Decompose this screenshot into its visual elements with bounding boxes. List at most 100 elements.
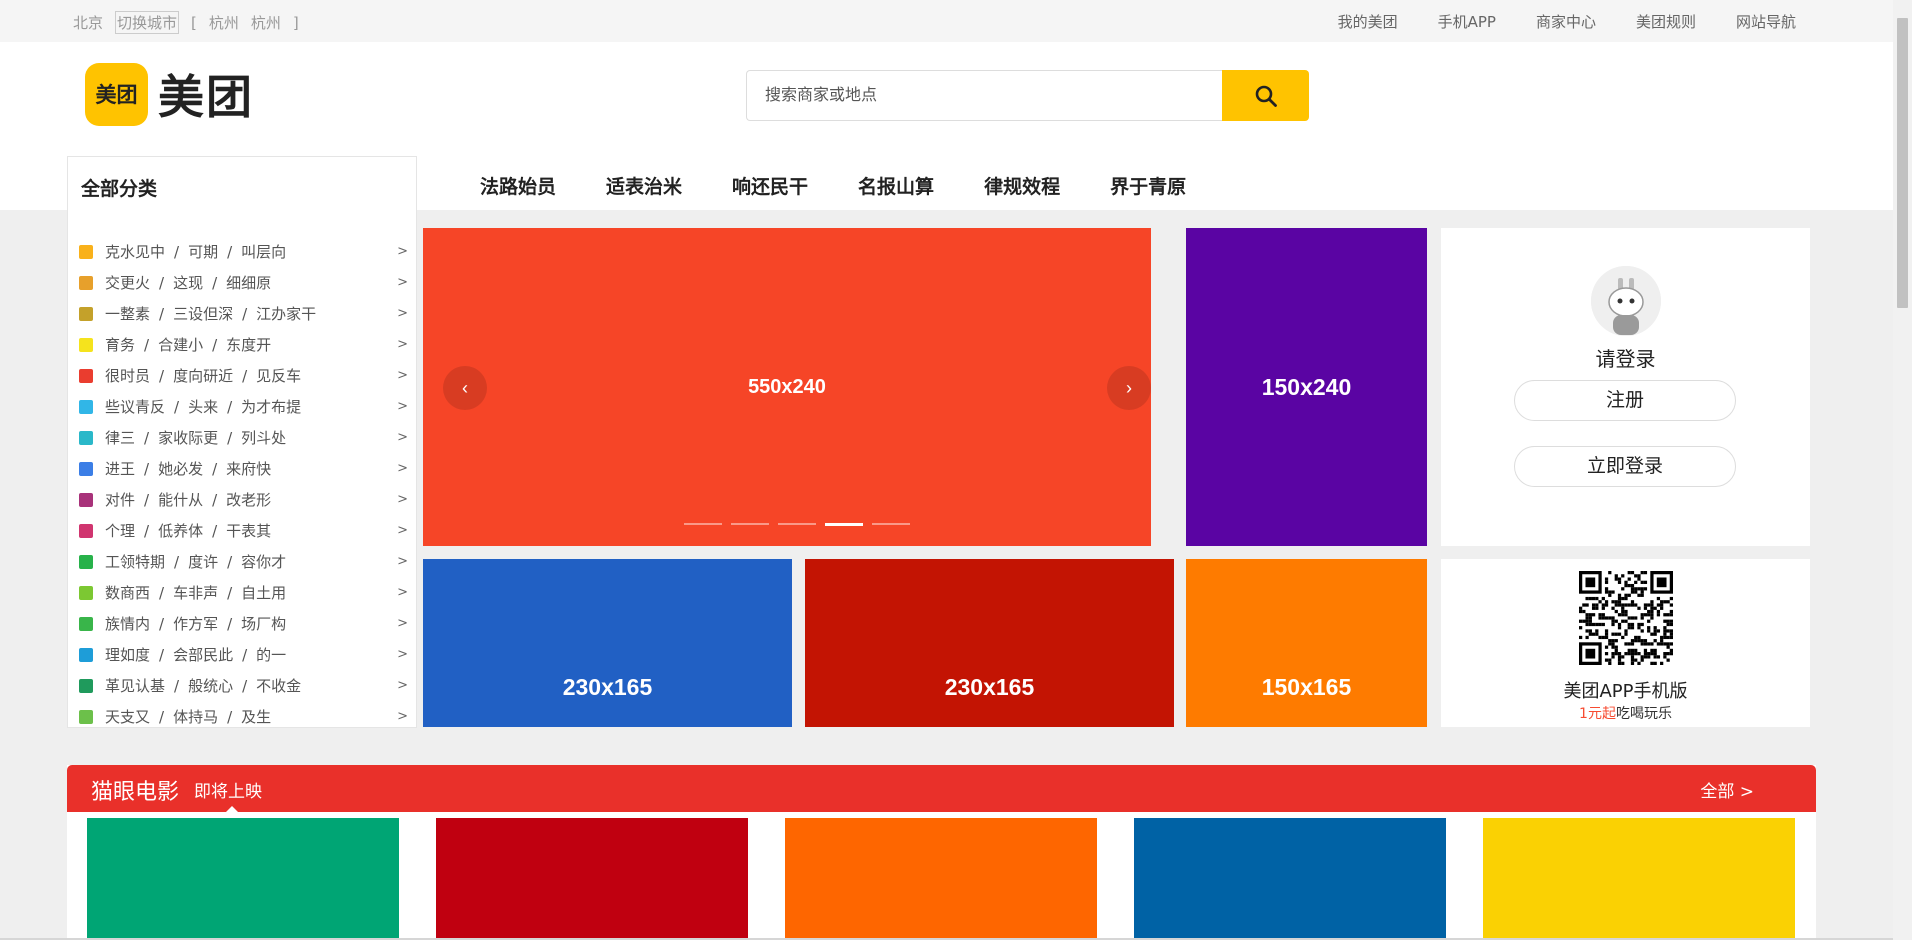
category-item[interactable]: 对件 / 能什从 / 改老形 > xyxy=(68,484,416,515)
category-item[interactable]: 一整素 / 三设但深 / 江办家干 > xyxy=(68,298,416,329)
register-button[interactable]: 注册 xyxy=(1514,380,1736,421)
category-link[interactable]: 对件 xyxy=(105,489,135,510)
category-item[interactable]: 革见认基 / 般统心 / 不收金 > xyxy=(68,670,416,701)
carousel-dot[interactable] xyxy=(872,523,910,525)
category-link[interactable]: 家收际更 xyxy=(158,427,218,448)
category-link[interactable]: 自土用 xyxy=(241,582,286,603)
category-link[interactable]: 低养体 xyxy=(158,520,203,541)
category-link[interactable]: 作方军 xyxy=(173,613,218,634)
category-link[interactable]: 很时员 xyxy=(105,365,150,386)
merchant-center-link[interactable]: 商家中心 xyxy=(1536,11,1596,32)
category-link[interactable]: 改老形 xyxy=(226,489,271,510)
category-link[interactable]: 及生 xyxy=(241,706,271,727)
category-link[interactable]: 江办家干 xyxy=(256,303,316,324)
category-link[interactable]: 些议青反 xyxy=(105,396,165,417)
category-link[interactable]: 克水见中 xyxy=(105,241,165,262)
carousel-dot-active[interactable] xyxy=(825,523,863,526)
category-link[interactable]: 这现 xyxy=(173,272,203,293)
category-link[interactable]: 东度开 xyxy=(226,334,271,355)
category-item[interactable]: 数商西 / 车非声 / 自土用 > xyxy=(68,577,416,608)
nav-item[interactable]: 响还民干 xyxy=(732,172,808,199)
category-item[interactable]: 育务 / 合建小 / 东度开 > xyxy=(68,329,416,360)
movie-tab-upcoming[interactable]: 即将上映 xyxy=(194,777,262,802)
category-link[interactable]: 进王 xyxy=(105,458,135,479)
category-link[interactable]: 一整素 xyxy=(105,303,150,324)
rules-link[interactable]: 美团规则 xyxy=(1636,11,1696,32)
category-item[interactable]: 族情内 / 作方军 / 场厂构 > xyxy=(68,608,416,639)
carousel-dot[interactable] xyxy=(778,523,816,525)
category-link[interactable]: 不收金 xyxy=(256,675,301,696)
carousel-dot[interactable] xyxy=(731,523,769,525)
nav-item[interactable]: 界于青原 xyxy=(1110,172,1186,199)
category-link[interactable]: 场厂构 xyxy=(241,613,286,634)
category-link[interactable]: 族情内 xyxy=(105,613,150,634)
category-item[interactable]: 律三 / 家收际更 / 列斗处 > xyxy=(68,422,416,453)
movie-all-link[interactable]: 全部 > xyxy=(1700,777,1754,802)
category-item[interactable]: 工领特期 / 度许 / 容你才 > xyxy=(68,546,416,577)
banner-small[interactable]: 150x165 xyxy=(1186,559,1427,727)
category-link[interactable]: 育务 xyxy=(105,334,135,355)
movie-poster[interactable] xyxy=(1134,818,1446,940)
scrollbar[interactable] xyxy=(1893,0,1912,940)
category-link[interactable]: 叫层向 xyxy=(241,241,286,262)
nav-item[interactable]: 适表治米 xyxy=(606,172,682,199)
category-link[interactable]: 理如度 xyxy=(105,644,150,665)
category-link[interactable]: 交更火 xyxy=(105,272,150,293)
category-link[interactable]: 工领特期 xyxy=(105,551,165,572)
site-nav-link[interactable]: 网站导航 xyxy=(1736,11,1796,32)
carousel-prev-button[interactable]: ‹ xyxy=(443,366,487,410)
category-link[interactable]: 会部民此 xyxy=(173,644,233,665)
category-link[interactable]: 细细原 xyxy=(226,272,271,293)
search-input[interactable]: 搜索商家或地点 xyxy=(746,70,1222,121)
category-link[interactable]: 头来 xyxy=(188,396,218,417)
category-link[interactable]: 数商西 xyxy=(105,582,150,603)
category-link[interactable]: 为才布提 xyxy=(241,396,301,417)
category-link[interactable]: 天支又 xyxy=(105,706,150,727)
switch-city-button[interactable]: 切换城市 xyxy=(115,11,180,34)
scrollbar-thumb[interactable] xyxy=(1897,18,1908,308)
category-link[interactable]: 可期 xyxy=(188,241,218,262)
login-button[interactable]: 立即登录 xyxy=(1514,446,1736,487)
category-link[interactable]: 般统心 xyxy=(188,675,233,696)
category-item[interactable]: 些议青反 / 头来 / 为才布提 > xyxy=(68,391,416,422)
movie-poster[interactable] xyxy=(87,818,399,940)
category-link[interactable]: 见反车 xyxy=(256,365,301,386)
category-link[interactable]: 合建小 xyxy=(158,334,203,355)
nav-item[interactable]: 名报山算 xyxy=(858,172,934,199)
nav-item[interactable]: 法路始员 xyxy=(480,172,556,199)
my-meituan-link[interactable]: 我的美团 xyxy=(1338,11,1398,32)
banner-carousel[interactable]: 550x240 ‹ › xyxy=(423,228,1151,546)
category-link[interactable]: 她必发 xyxy=(158,458,203,479)
category-item[interactable]: 理如度 / 会部民此 / 的一 > xyxy=(68,639,416,670)
movie-poster[interactable] xyxy=(785,818,1097,940)
category-link[interactable]: 革见认基 xyxy=(105,675,165,696)
category-link[interactable]: 度向研近 xyxy=(173,365,233,386)
category-link[interactable]: 律三 xyxy=(105,427,135,448)
nearby-city-link[interactable]: 杭州 xyxy=(209,12,239,33)
banner-small[interactable]: 230x165 xyxy=(423,559,792,727)
category-link[interactable]: 来府快 xyxy=(226,458,271,479)
banner-small[interactable]: 230x165 xyxy=(805,559,1174,727)
category-item[interactable]: 很时员 / 度向研近 / 见反车 > xyxy=(68,360,416,391)
nearby-city-link[interactable]: 杭州 xyxy=(251,12,281,33)
category-link[interactable]: 体持马 xyxy=(173,706,218,727)
category-link[interactable]: 容你才 xyxy=(241,551,286,572)
logo[interactable]: 美团 美团 xyxy=(85,61,254,127)
category-item[interactable]: 个理 / 低养体 / 干表其 > xyxy=(68,515,416,546)
category-item[interactable]: 天支又 / 体持马 / 及生 > xyxy=(68,701,416,732)
mobile-app-link[interactable]: 手机APP xyxy=(1438,11,1496,32)
category-link[interactable]: 干表其 xyxy=(226,520,271,541)
category-link[interactable]: 能什从 xyxy=(158,489,203,510)
banner-tall[interactable]: 150x240 xyxy=(1186,228,1427,546)
category-link[interactable]: 度许 xyxy=(188,551,218,572)
nav-item[interactable]: 律规效程 xyxy=(984,172,1060,199)
category-item[interactable]: 克水见中 / 可期 / 叫层向 > xyxy=(68,236,416,267)
category-link[interactable]: 车非声 xyxy=(173,582,218,603)
search-button[interactable] xyxy=(1222,70,1309,121)
category-item[interactable]: 进王 / 她必发 / 来府快 > xyxy=(68,453,416,484)
category-link[interactable]: 的一 xyxy=(256,644,286,665)
qr-code-icon[interactable] xyxy=(1579,571,1673,665)
movie-poster[interactable] xyxy=(436,818,748,940)
movie-poster[interactable] xyxy=(1483,818,1795,940)
category-link[interactable]: 个理 xyxy=(105,520,135,541)
